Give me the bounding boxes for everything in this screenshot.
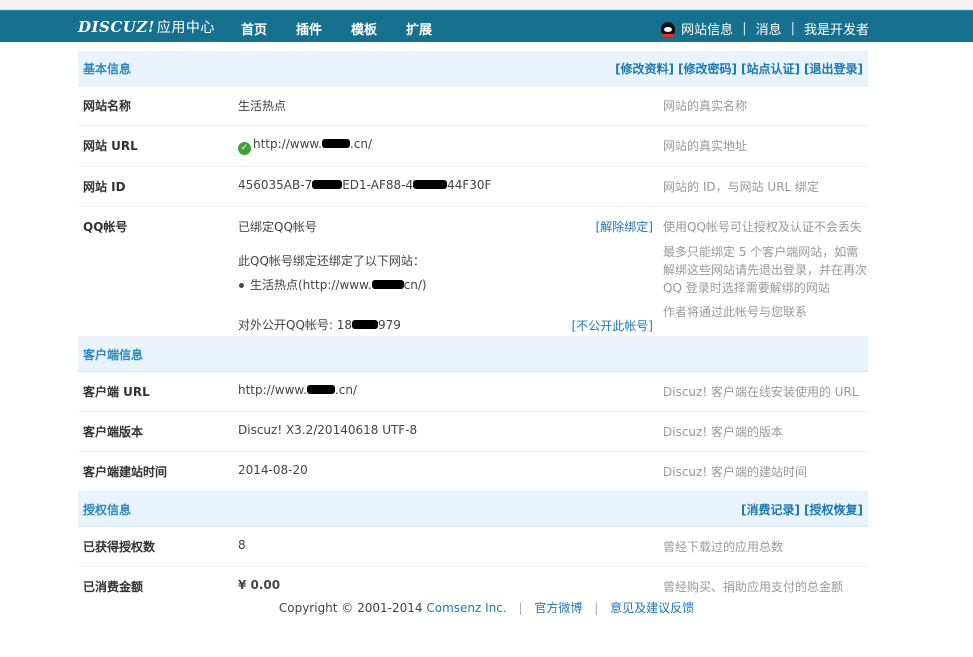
row-site-url: 网站 URL ✓ http://www. .cn/ 网站的真实地址 [78, 126, 868, 167]
nav-extensions[interactable]: 扩展 [406, 19, 432, 38]
id-part: ED1-AF88-4 [342, 178, 414, 192]
field-label: 客户端 URL [83, 385, 150, 399]
hide-account-link[interactable]: [不公开此帐号] [572, 317, 653, 334]
field-desc: 网站的真实地址 [663, 139, 748, 153]
user-nav: 网站信息 | 消息 | 我是开发者 [661, 19, 869, 38]
redaction-mask [352, 320, 379, 329]
section-basic-info: 基本信息 [修改资料] [修改密码] [站点认证] [退出登录] [78, 51, 868, 86]
row-client-date: 客户端建站时间 2014-08-20 Discuz! 客户端的建站时间 [78, 452, 868, 492]
top-header: DISCUZ! 应用中心 首页 插件 模板 扩展 网站信息 | 消息 | 我是开发… [0, 10, 973, 42]
section-title: 授权信息 [83, 502, 132, 517]
field-desc: 网站的真实名称 [663, 99, 748, 113]
section-client-info: 客户端信息 [78, 337, 868, 372]
field-value: ¥ 0.00 [238, 578, 281, 592]
license-links: [消费记录] [授权恢复] [737, 501, 863, 518]
nav-templates[interactable]: 模板 [351, 19, 377, 38]
copyright-text: Copyright © 2001-2014 [278, 601, 423, 615]
unbind-qq-link[interactable]: [解除绑定] [596, 218, 653, 235]
redaction-mask [413, 180, 448, 189]
section-title: 客户端信息 [83, 347, 144, 362]
redaction-mask [312, 180, 343, 189]
bound-site-item: 生活热点(http://www. cn/) [238, 276, 653, 294]
field-desc: 网站的 ID，与网站 URL 绑定 [663, 180, 820, 194]
bound-site-text: 生活热点(http://www. [250, 278, 372, 292]
field-label: QQ帐号 [83, 220, 128, 234]
footer-divider: | [594, 601, 599, 615]
main-nav: 首页 插件 模板 扩展 [241, 19, 461, 38]
row-client-version: 客户端版本 Discuz! X3.2/20140618 UTF-8 Discuz… [78, 412, 868, 452]
field-desc: Discuz! 客户端的建站时间 [663, 465, 807, 479]
field-label: 网站名称 [83, 99, 132, 113]
qq-desc: 使用QQ帐号可让授权及认证不会丢失 [663, 220, 862, 234]
site-verify-link[interactable]: [站点认证] [741, 62, 800, 76]
url-part: .cn/ [349, 137, 372, 151]
qq-status: 已绑定QQ帐号 [238, 220, 317, 234]
redaction-mask [371, 280, 404, 289]
logo-subtitle: 应用中心 [156, 20, 215, 36]
site-info-link[interactable]: 网站信息 [681, 19, 733, 38]
verified-check-icon: ✓ [238, 142, 251, 155]
field-value: 已绑定QQ帐号 [解除绑定] 此QQ帐号绑定还绑定了以下网站： 生活热点(htt… [238, 207, 653, 336]
url-part: .cn/ [334, 383, 357, 397]
company-link[interactable]: Comsenz Inc. [426, 601, 506, 615]
row-client-url: 客户端 URL http://www. .cn/ Discuz! 客户端在线安装使… [78, 372, 868, 412]
change-password-link[interactable]: [修改密码] [678, 62, 737, 76]
row-site-name: 网站名称 生活热点 网站的真实名称 [78, 86, 868, 126]
redaction-mask [306, 385, 335, 394]
field-desc: 曾经下载过的应用总数 [663, 540, 784, 554]
redaction-mask [321, 139, 350, 148]
field-label: 客户端建站时间 [83, 465, 168, 479]
bound-desc: 最多只能绑定 5 个客户端网站，如需解绑这些网站请先退出登录，并在再次 QQ 登… [663, 245, 868, 295]
field-value: Discuz! X3.2/20140618 UTF-8 [238, 423, 418, 437]
main-content: 基本信息 [修改资料] [修改密码] [站点认证] [退出登录] 网站名称 生活热点 … [78, 51, 868, 606]
field-value: 456035AB-7 ED1-AF88-4 44F30F [238, 167, 653, 203]
url-part: http://www. [238, 383, 307, 397]
account-links: [修改资料] [修改密码] [站点认证] [退出登录] [611, 60, 863, 77]
developer-link[interactable]: 我是开发者 [804, 19, 869, 38]
nav-divider: | [742, 21, 747, 36]
section-license-info: 授权信息 [消费记录] [授权恢复] [78, 492, 868, 527]
public-desc: 作者将通过此帐号与您联系 [663, 305, 808, 319]
field-value: 8 [238, 538, 246, 552]
row-qq-account: QQ帐号 已绑定QQ帐号 [解除绑定] 此QQ帐号绑定还绑定了以下网站： 生活热… [78, 207, 868, 337]
field-label: 客户端版本 [83, 425, 144, 439]
field-desc: Discuz! 客户端的版本 [663, 425, 783, 439]
field-desc: Discuz! 客户端在线安装使用的 URL [663, 385, 859, 399]
field-value: http://www. .cn/ [238, 372, 653, 408]
public-qq-tail: 979 [378, 318, 401, 332]
footer: Copyright © 2001-2014 Comsenz Inc. | 官方微… [0, 599, 973, 616]
qq-penguin-icon [661, 21, 676, 37]
field-label: 已获得授权数 [83, 540, 156, 554]
edit-profile-link[interactable]: [修改资料] [615, 62, 674, 76]
field-label: 网站 ID [83, 180, 126, 194]
id-part: 456035AB-7 [238, 178, 313, 192]
field-desc: 曾经购买、捐助应用支付的总金额 [663, 580, 844, 594]
section-title: 基本信息 [83, 61, 132, 76]
nav-divider: | [790, 21, 795, 36]
field-value: 生活热点 [238, 99, 287, 113]
nav-plugins[interactable]: 插件 [296, 19, 322, 38]
discuz-logo[interactable]: DISCUZ! 应用中心 [78, 17, 215, 37]
weibo-link[interactable]: 官方微博 [534, 601, 582, 615]
footer-divider: | [518, 601, 523, 615]
feedback-link[interactable]: 意见及建议反馈 [610, 601, 694, 615]
field-desc: 使用QQ帐号可让授权及认证不会丢失 最多只能绑定 5 个客户端网站，如需解绑这些… [653, 207, 868, 336]
bound-site-text: cn/) [403, 278, 427, 292]
public-qq-label: 对外公开QQ帐号: 18 [238, 318, 353, 332]
row-site-id: 网站 ID 456035AB-7 ED1-AF88-4 44F30F 网站的 ID，… [78, 167, 868, 207]
purchase-history-link[interactable]: [消费记录] [741, 503, 800, 517]
field-value: 2014-08-20 [238, 463, 308, 477]
messages-link[interactable]: 消息 [756, 19, 782, 38]
browser-top-strip [0, 0, 973, 10]
nav-home[interactable]: 首页 [241, 19, 267, 38]
logout-link[interactable]: [退出登录] [804, 62, 863, 76]
field-label: 网站 URL [83, 139, 138, 153]
field-value: ✓ http://www. .cn/ [238, 126, 653, 166]
bound-intro: 此QQ帐号绑定还绑定了以下网站： [238, 254, 425, 268]
row-license-count: 已获得授权数 8 曾经下载过的应用总数 [78, 527, 868, 567]
url-part: http://www. [253, 137, 322, 151]
license-restore-link[interactable]: [授权恢复] [804, 503, 863, 517]
id-part: 44F30F [447, 178, 492, 192]
logo-text: DISCUZ! [78, 18, 155, 36]
